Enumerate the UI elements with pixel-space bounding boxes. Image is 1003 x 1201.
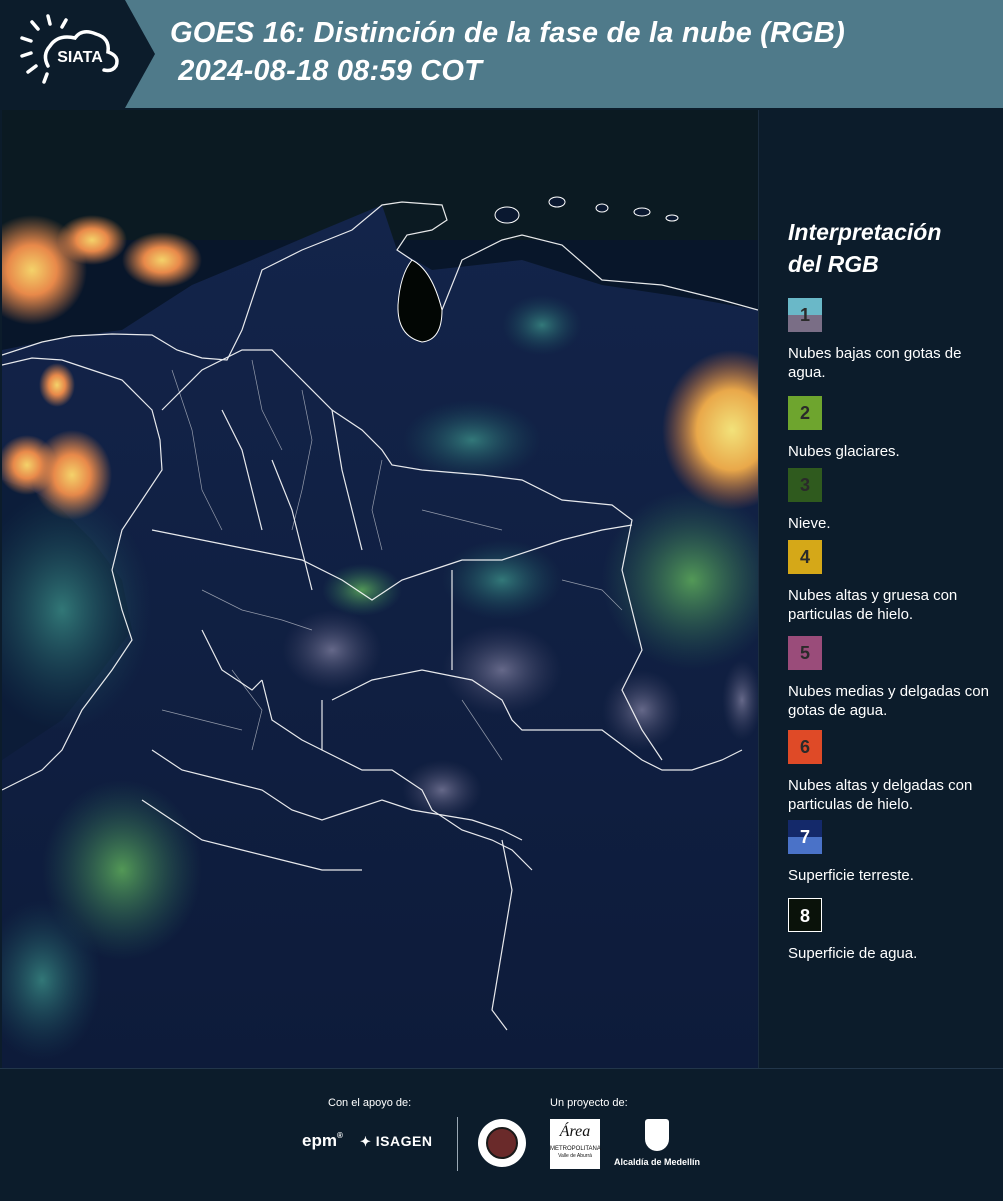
legend-number: 6 [799, 737, 810, 757]
legend-panel: Interpretación del RGB 1 Nubes bajas con … [760, 108, 1003, 1068]
legend-swatch-5: 5 [788, 636, 822, 670]
legend-swatch-1: 1 [788, 298, 822, 332]
legend-number: 7 [799, 827, 810, 847]
legend-number: 8 [799, 906, 810, 926]
epm-logo[interactable]: epm® [302, 1131, 343, 1151]
legend-label: Nubes bajas con gotas de agua. [788, 345, 962, 381]
legend-item-3: 3 Nieve. [788, 468, 998, 533]
legend-number: 3 [799, 475, 810, 495]
registered-mark: ® [336, 1131, 343, 1140]
isagen-logo-text: ISAGEN [375, 1133, 433, 1149]
legend-item-1: 1 Nubes bajas con gotas de agua. [788, 298, 998, 382]
footer: Con el apoyo de: Un proyecto de: epm® ✦ … [0, 1068, 1003, 1201]
area-sub: Valle de Aburrá [558, 1153, 592, 1159]
legend-swatch-2: 2 [788, 396, 822, 430]
legend-item-8: 8 Superficie de agua. [788, 898, 998, 963]
legend-number: 1 [799, 305, 810, 325]
legend-item-5: 5 Nubes medias y delgadas con gotas de ag… [788, 636, 998, 720]
alcaldia-logo[interactable]: Alcaldía de Medellín [612, 1119, 702, 1179]
legend-number: 5 [799, 643, 810, 663]
area-metropolitana-logo[interactable]: Área METROPOLITANA Valle de Aburrá [550, 1119, 601, 1169]
legend-swatch-7: 7 [788, 820, 822, 854]
legend-title-line-2: del RGB [788, 251, 879, 277]
legend-swatch-3: 3 [788, 468, 822, 502]
isagen-icon: ✦ [360, 1134, 372, 1149]
page-title: GOES 16: Distinción de la fase de la nub… [170, 14, 845, 90]
legend-label: Nieve. [788, 515, 831, 532]
epm-logo-text: epm [302, 1131, 337, 1150]
isagen-logo[interactable]: ✦ ISAGEN [360, 1133, 432, 1150]
legend-label: Nubes medias y delgadas con gotas de agu… [788, 683, 989, 719]
legend-item-7: 7 Superficie terreste. [788, 820, 998, 885]
legend-swatch-6: 6 [788, 730, 822, 764]
area-script: Área [559, 1123, 591, 1140]
header-bar: SIATA GOES 16: Distinción de la fase de … [0, 0, 1003, 108]
siata-logo-graphic: SIATA [0, 0, 155, 108]
legend-number: 2 [799, 403, 810, 423]
legend-label: Superficie de agua. [788, 945, 918, 962]
siata-logo-text: SIATA [57, 49, 103, 66]
legend-label: Nubes altas y delgadas con particulas de… [788, 777, 973, 813]
title-line-1: GOES 16: Distinción de la fase de la nub… [170, 17, 845, 49]
seal-icon [486, 1127, 518, 1159]
alcaldia-shield-icon [645, 1119, 669, 1151]
title-line-2: 2024-08-18 08:59 COT [170, 55, 483, 87]
satellite-map-graphic [2, 110, 758, 1068]
siata-logo[interactable]: SIATA [0, 0, 155, 108]
legend-number: 4 [799, 547, 810, 567]
legend-title: Interpretación del RGB [788, 216, 941, 280]
legend-label: Nubes glaciares. [788, 443, 900, 460]
medellin-seal[interactable] [478, 1119, 526, 1167]
footer-divider [457, 1117, 458, 1171]
legend-item-4: 4 Nubes altas y gruesa con particulas de … [788, 540, 998, 624]
legend-label: Nubes altas y gruesa con particulas de h… [788, 587, 958, 623]
legend-item-6: 6 Nubes altas y delgadas con particulas d… [788, 730, 998, 814]
legend-item-2: 2 Nubes glaciares. [788, 396, 998, 461]
legend-swatch-8: 8 [788, 898, 822, 932]
satellite-map[interactable] [2, 110, 759, 1068]
alcaldia-name: Alcaldía de Medellín [613, 1157, 701, 1167]
area-name: METROPOLITANA [550, 1146, 601, 1152]
legend-title-line-1: Interpretación [788, 219, 942, 245]
support-label: Con el apoyo de: [328, 1097, 412, 1109]
legend-label: Superficie terreste. [788, 867, 914, 884]
legend-swatch-4: 4 [788, 540, 822, 574]
project-label: Un proyecto de: [550, 1097, 628, 1109]
